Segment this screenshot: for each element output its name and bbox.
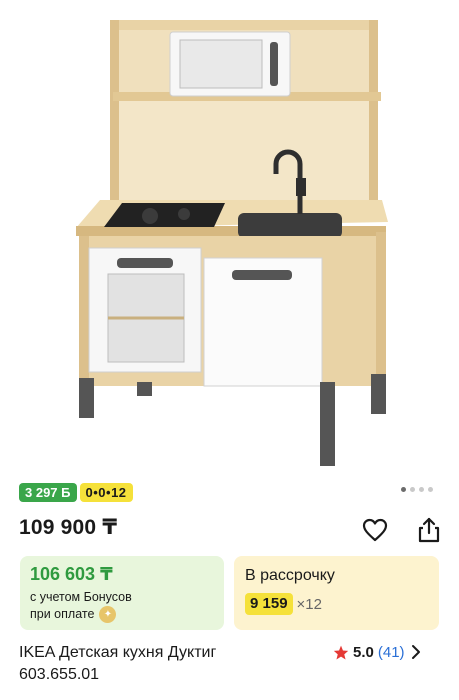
rating-value: 5.0 [353, 643, 374, 661]
product-price: 109 900 ₸ [19, 516, 118, 539]
bonus-price: 106 603 ₸ [30, 564, 113, 584]
installment-title: В рассрочку [245, 567, 335, 584]
product-title-block: IKEA Детская кухня Дуктиг 603.655.01 [19, 642, 339, 686]
chevron-right-icon [411, 645, 420, 659]
star-icon [333, 645, 349, 659]
review-count: (41) [377, 643, 405, 661]
favorite-button[interactable] [360, 515, 390, 545]
coin-icon: ✦ [99, 606, 117, 623]
share-button[interactable] [414, 515, 444, 545]
kitchen-illustration [76, 20, 388, 466]
installment-months: ×12 [296, 595, 322, 613]
product-image[interactable] [0, 0, 459, 472]
image-pager[interactable] [401, 487, 433, 492]
bonus-badge: 3 297 Б [19, 483, 77, 502]
product-actions [360, 515, 444, 545]
installment-amount: 9 159 [245, 593, 293, 615]
share-icon [418, 517, 440, 543]
pager-dot[interactable] [401, 487, 406, 492]
badges: 3 297 Б 0•0•12 [19, 483, 133, 502]
bonus-caption: с учетом Бонусов [30, 590, 132, 604]
installment-badge: 0•0•12 [79, 483, 133, 502]
product-article: 603.655.01 [19, 666, 100, 683]
product-title: IKEA Детская кухня Дуктиг [19, 644, 217, 661]
bonus-price-card[interactable]: 106 603 ₸ с учетом Бонусов при оплате ✦ [20, 556, 224, 630]
installment-card[interactable]: В рассрочку 9 159 ×12 [234, 556, 439, 630]
pager-dot[interactable] [419, 487, 424, 492]
pager-dot[interactable] [428, 487, 433, 492]
pager-dot[interactable] [410, 487, 415, 492]
rating-link[interactable]: 5.0 (41) [333, 642, 423, 662]
heart-icon [362, 518, 388, 542]
bonus-caption-payment: при оплате [30, 607, 95, 621]
